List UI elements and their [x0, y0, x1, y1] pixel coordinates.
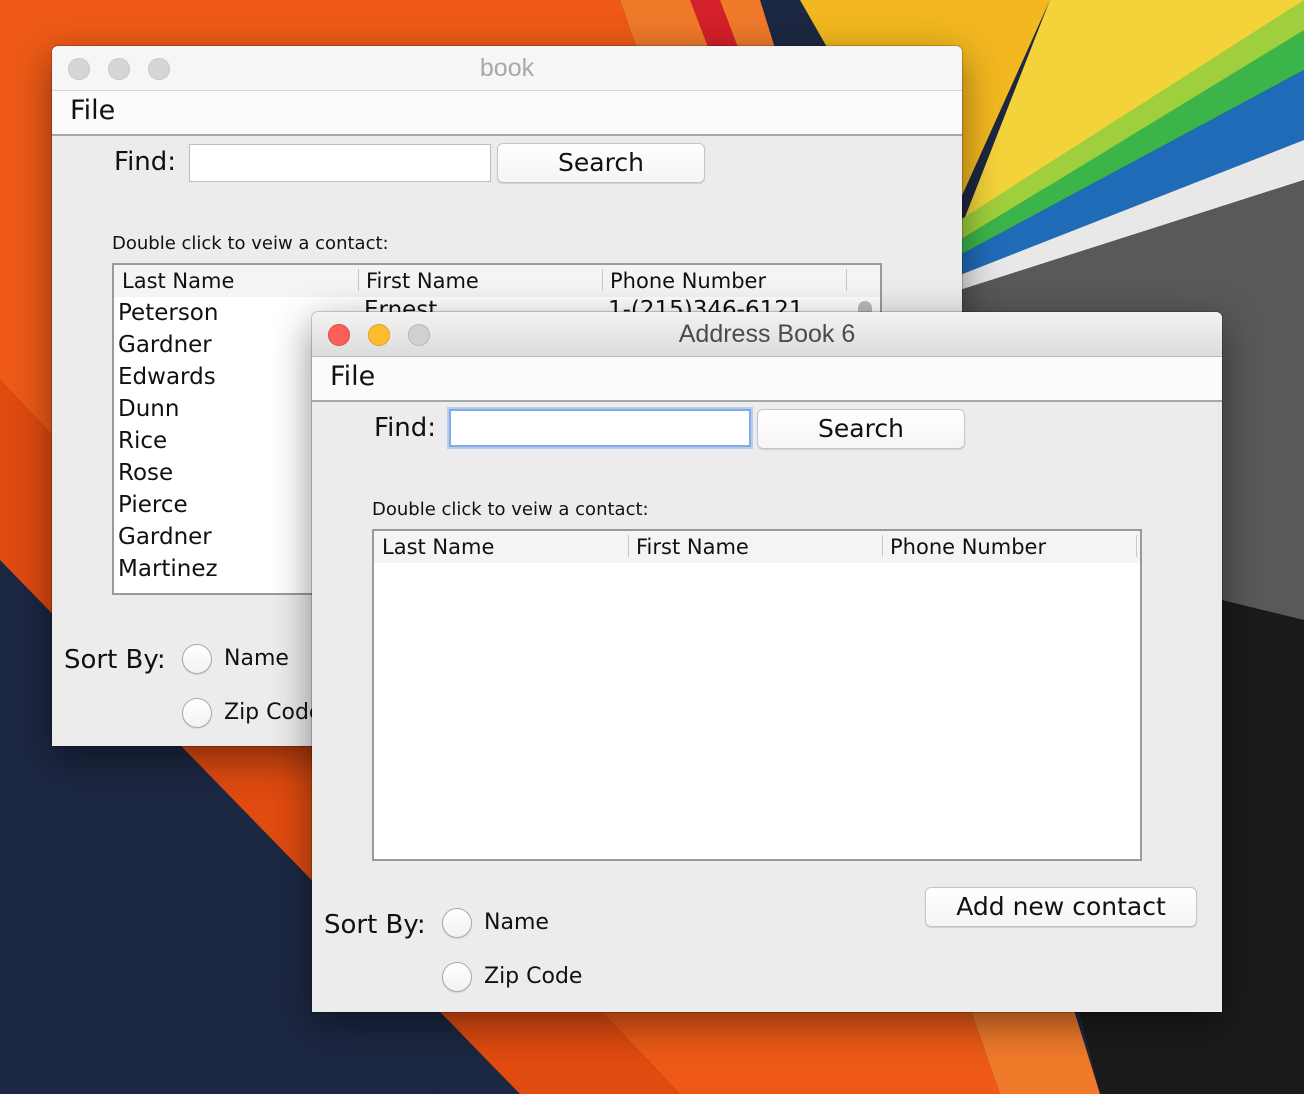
hint-text: Double click to veiw a contact: [112, 233, 389, 254]
titlebar[interactable]: Address Book 6 [312, 312, 1222, 357]
menu-file[interactable]: File [330, 361, 375, 392]
window-content: Find: Search Double click to veiw a cont… [312, 401, 1222, 1012]
table-header: Last Name First Name Phone Number [374, 531, 1140, 563]
sort-name-label: Name [484, 910, 549, 935]
search-button[interactable]: Search [757, 409, 965, 449]
menu-file[interactable]: File [70, 95, 115, 126]
column-header-last-name[interactable]: Last Name [114, 267, 358, 295]
column-header-last-name[interactable]: Last Name [374, 533, 628, 561]
column-header-first-name[interactable]: First Name [628, 533, 882, 561]
sort-by-label: Sort By: [64, 645, 166, 675]
search-button[interactable]: Search [497, 143, 705, 183]
sort-name-radio[interactable] [442, 908, 472, 938]
sort-name-radio[interactable] [182, 644, 212, 674]
sort-zip-radio[interactable] [442, 962, 472, 992]
hint-text: Double click to veiw a contact: [372, 499, 649, 520]
table-row[interactable]: Gardner [118, 329, 212, 361]
sort-name-label: Name [224, 646, 289, 671]
column-header-phone-number[interactable]: Phone Number [602, 267, 846, 295]
find-label: Find: [114, 147, 177, 177]
table-row[interactable]: Rice [118, 425, 167, 457]
table-row[interactable]: Rose [118, 457, 173, 489]
table-row[interactable]: Edwards [118, 361, 216, 393]
search-input[interactable] [449, 409, 751, 447]
column-header-phone-number[interactable]: Phone Number [882, 533, 1136, 561]
sort-by-label: Sort By: [324, 910, 426, 940]
column-separator [846, 269, 847, 291]
add-new-contact-button[interactable]: Add new contact [925, 887, 1197, 927]
front-window[interactable]: Address Book 6 File Find: Search Double … [312, 312, 1222, 1012]
table-row[interactable]: Peterson [118, 297, 218, 329]
window-title: book [479, 54, 535, 82]
sort-zip-radio[interactable] [182, 698, 212, 728]
menubar: File [52, 91, 962, 136]
menubar: File [312, 357, 1222, 402]
table-row[interactable]: Pierce [118, 489, 188, 521]
contacts-table[interactable]: Last Name First Name Phone Number [372, 529, 1142, 861]
column-separator [1136, 535, 1137, 557]
find-label: Find: [374, 413, 437, 443]
table-header: Last Name First Name Phone Number [114, 265, 880, 297]
column-header-first-name[interactable]: First Name [358, 267, 602, 295]
sort-zip-label: Zip Code [224, 700, 323, 725]
sort-zip-label: Zip Code [484, 964, 583, 989]
titlebar[interactable]: book [52, 46, 962, 91]
table-row[interactable]: Gardner [118, 521, 212, 553]
table-row[interactable]: Martinez [118, 553, 218, 585]
window-title: Address Book 6 [678, 320, 856, 348]
table-row[interactable]: Dunn [118, 393, 179, 425]
search-input[interactable] [189, 144, 491, 182]
